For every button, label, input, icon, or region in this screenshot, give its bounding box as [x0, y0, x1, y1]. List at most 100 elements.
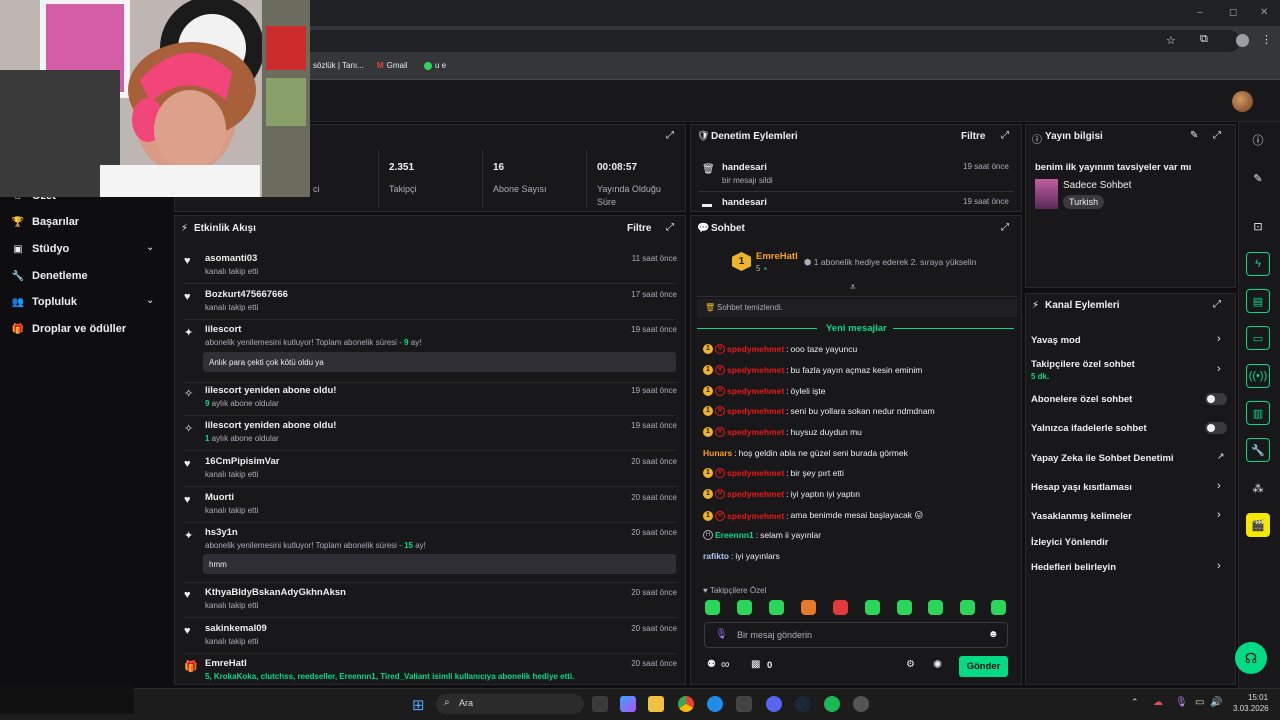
chat-bubble-icon[interactable]: ▭ — [1246, 326, 1270, 350]
broadcast-icon[interactable]: ((•)) — [1246, 364, 1270, 388]
steam-icon[interactable] — [795, 696, 811, 712]
filter-button[interactable]: Filtre — [961, 131, 985, 142]
notes-icon[interactable]: ▤ — [1246, 289, 1270, 313]
copilot-icon[interactable] — [620, 696, 636, 712]
file-explorer-icon[interactable] — [648, 696, 664, 712]
filter-button[interactable]: Filtre — [627, 223, 651, 234]
mod-user[interactable]: handesari — [722, 197, 767, 208]
info-icon[interactable]: ⓘ — [1246, 128, 1270, 152]
chat-message[interactable]: H Ereennn1: selam ii yayınlar — [703, 530, 821, 540]
microphone-icon[interactable]: 🎙 — [715, 629, 728, 640]
chat-message[interactable]: 1 ⚒ spedymehmet: seni bu yollara sokan ned… — [703, 406, 935, 416]
help-button[interactable]: ☊ — [1235, 642, 1267, 674]
category-name[interactable]: Sadece Sohbet — [1063, 180, 1131, 191]
browser-menu-icon[interactable]: ⋮ — [1261, 33, 1272, 46]
account-age-row[interactable]: Hesap yaşı kısıtlaması — [1031, 482, 1132, 493]
chat-message[interactable]: 1 ⚒ spedymehmet: ama benimde mesai başlaya… — [703, 510, 923, 521]
taskbar-search[interactable]: ⌕ Ara — [436, 694, 584, 714]
emote[interactable] — [960, 600, 975, 615]
channel-points-icon[interactable]: ⚉ — [707, 659, 716, 670]
chat-message[interactable]: 1 ⚒ spedymehmet: ooo taze yayuncu — [703, 344, 857, 354]
chrome-icon[interactable] — [678, 696, 694, 712]
chevron-right-icon[interactable]: › — [1217, 480, 1221, 492]
chat-message[interactable]: Hunars: hoş geldin abla ne güzel seni bu… — [703, 448, 908, 458]
store-icon[interactable] — [736, 696, 752, 712]
emote[interactable] — [991, 600, 1006, 615]
chat-input[interactable]: 🎙 Bir mesaj gönderin ☻ — [704, 622, 1008, 648]
edge-icon[interactable] — [707, 696, 723, 712]
volume-icon[interactable]: 🔊 — [1210, 697, 1222, 708]
address-bar[interactable]: ☆ ⧉ — [300, 30, 1240, 52]
task-view-icon[interactable] — [592, 696, 608, 712]
pencil-icon[interactable]: ✎ — [1246, 166, 1270, 190]
bookmark-gmail[interactable]: M Gmail — [377, 61, 408, 70]
clock-date[interactable]: 3.03.2026 — [1233, 704, 1269, 713]
discord-icon[interactable] — [766, 696, 782, 712]
leaderboard-user[interactable]: EmreHatl — [756, 251, 798, 262]
layout-icon[interactable]: ▥ — [1246, 401, 1270, 425]
emote-only-toggle[interactable] — [1205, 422, 1227, 434]
external-link-icon[interactable]: ↗ — [1217, 451, 1225, 462]
list-item[interactable]: 🎁 EmreHatl 5, KrokaKoka, clutchss, reeds… — [176, 658, 686, 682]
tag-chip[interactable]: Turkish — [1063, 195, 1105, 209]
raid-row[interactable]: İzleyici Yönlendir — [1031, 537, 1108, 548]
chat-message[interactable]: 1 ⚒ spedymehmet: iyi yaptın iyi yaptın — [703, 489, 860, 499]
mod-user[interactable]: handesari — [722, 162, 767, 173]
windows-start-icon[interactable]: ⊞ — [412, 696, 425, 714]
ai-moderation-row[interactable]: Yapay Zeka ile Sohbet Denetimi — [1031, 453, 1174, 464]
network-icon[interactable]: ▭ — [1195, 697, 1204, 708]
clip-icon[interactable]: ⊡ — [1246, 214, 1270, 238]
send-button[interactable]: Gönder — [959, 656, 1008, 677]
maximize-icon[interactable]: ◻ — [1229, 7, 1237, 18]
lightning-icon[interactable]: ϟ — [1246, 252, 1270, 276]
emote[interactable] — [833, 600, 848, 615]
chat-message[interactable]: 1 ⚒ spedymehmet: bir şey pırt etti — [703, 468, 844, 478]
chat-message[interactable]: 1 ⚒ spedymehmet: öyleli işte — [703, 386, 826, 396]
chevron-right-icon[interactable]: › — [1217, 333, 1221, 345]
emoji-icon[interactable]: ☻ — [988, 629, 999, 640]
sidebar-item-community[interactable]: 👥 Topluluk — [12, 296, 77, 308]
extensions-icon[interactable]: ⧉ — [1200, 33, 1208, 46]
expand-icon[interactable]: ⤢ — [1001, 130, 1009, 141]
wrench-icon[interactable]: 🔧 — [1246, 438, 1270, 462]
expand-icon[interactable]: ⤢ — [1213, 130, 1221, 141]
minimize-icon[interactable]: – — [1197, 7, 1203, 18]
avatar[interactable] — [1232, 91, 1253, 112]
emote[interactable] — [705, 600, 720, 615]
sidebar-item-studio[interactable]: ▣ Stüdyo — [12, 243, 69, 255]
emote[interactable] — [928, 600, 943, 615]
microphone-icon[interactable]: 🎙 — [1175, 697, 1188, 708]
bookmark-item[interactable]: u e — [424, 61, 446, 70]
clock-time[interactable]: 15:01 — [1248, 693, 1268, 702]
blocked-terms-row[interactable]: Yasaklanmış kelimeler — [1031, 511, 1132, 522]
bookmark-item[interactable]: sözlük | Tanı... — [313, 61, 364, 70]
expand-icon[interactable]: ⤢ — [1213, 299, 1221, 310]
close-icon[interactable]: ✕ — [1260, 7, 1268, 18]
emote[interactable] — [737, 600, 752, 615]
chat-message[interactable]: rafikto: iyi yayınlars — [703, 551, 780, 561]
chevron-up-icon[interactable]: ⌃ — [1131, 697, 1139, 708]
spotify-icon[interactable] — [824, 696, 840, 712]
chat-message[interactable]: 1 ⚒ spedymehmet: huysuz duydun mu — [703, 427, 862, 437]
category-thumbnail[interactable] — [1035, 179, 1058, 209]
emote[interactable] — [801, 600, 816, 615]
collapse-icon[interactable]: ⩡ — [850, 282, 856, 293]
bookmark-star-icon[interactable]: ☆ — [1166, 34, 1176, 47]
emote[interactable] — [865, 600, 880, 615]
chat-message[interactable]: 1 ⚒ spedymehmet: bu fazla yayın açmaz kesi… — [703, 365, 922, 375]
clapper-icon[interactable]: 🎬 — [1246, 513, 1270, 537]
emote[interactable] — [769, 600, 784, 615]
community-icon[interactable]: ⁂ — [1246, 476, 1270, 500]
chevron-right-icon[interactable]: › — [1217, 363, 1221, 375]
emote[interactable] — [897, 600, 912, 615]
expand-icon[interactable]: ⤢ — [666, 222, 674, 233]
subs-only-toggle[interactable] — [1205, 393, 1227, 405]
pencil-icon[interactable]: ✎ — [1190, 130, 1198, 141]
mod-view-icon[interactable]: ✺ — [933, 658, 942, 671]
tray-app-icon[interactable]: ☁ — [1153, 697, 1163, 708]
bits-icon[interactable]: ▩ — [751, 659, 760, 670]
sidebar-item-moderation[interactable]: 🔧 Denetleme — [12, 270, 88, 282]
obs-icon[interactable] — [853, 696, 869, 712]
sidebar-item-achievements[interactable]: 🏆 Başarılar — [12, 216, 79, 228]
chevron-right-icon[interactable]: › — [1217, 560, 1221, 572]
